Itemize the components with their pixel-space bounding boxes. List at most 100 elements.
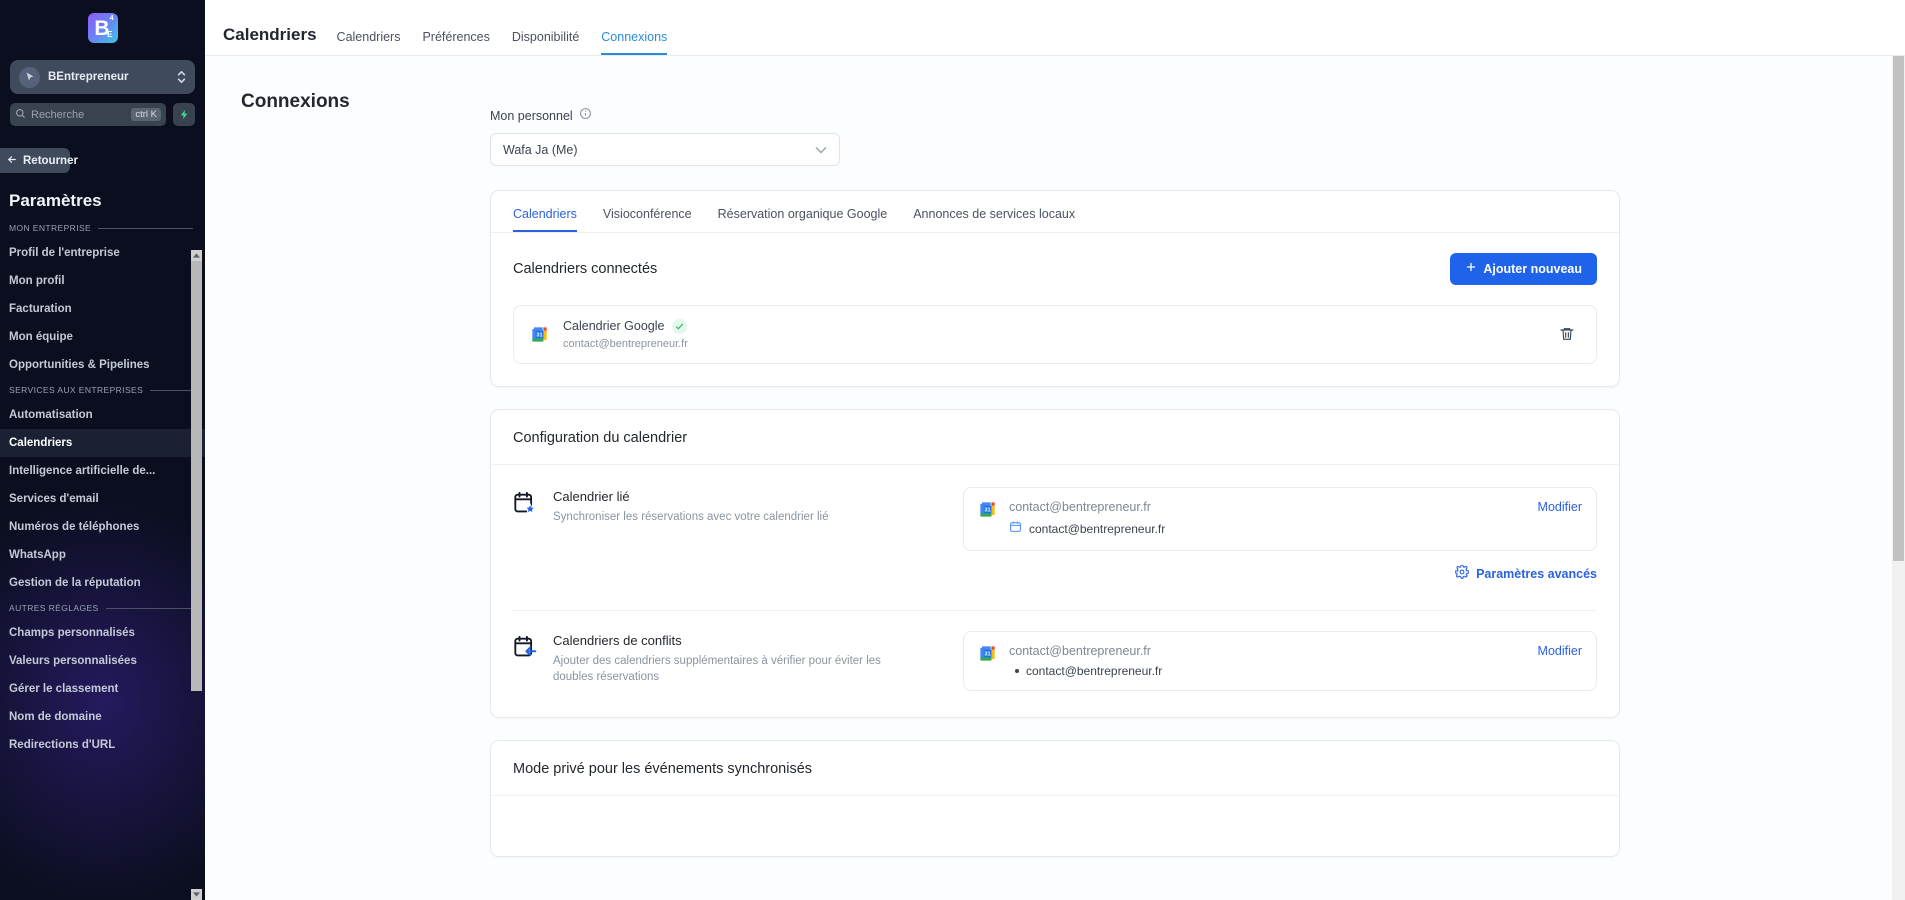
advanced-settings-link[interactable]: Paramètres avancés <box>963 564 1597 584</box>
config-row-right: 31 contact@bentrepreneur.fr contact@bent… <box>963 630 1597 691</box>
config-row-texts: Calendrier lié Synchroniser les réservat… <box>553 489 828 584</box>
main-scrollbar-thumb[interactable] <box>1893 56 1904 561</box>
sidebar-item-calendriers[interactable]: Calendriers <box>0 429 205 457</box>
brand-logo-sup: 4 <box>109 15 114 22</box>
nav-group-text: AUTRES RÉGLAGES <box>9 603 99 613</box>
sidebar-item-mon-profil[interactable]: Mon profil <box>0 267 205 295</box>
up-down-chevrons-icon <box>177 71 186 83</box>
sidebar-title: Paramètres <box>9 191 102 210</box>
privacy-card-title: Mode privé pour les événements synchroni… <box>491 741 1619 796</box>
sidebar-search-row: Recherche ctrl K <box>10 103 195 126</box>
config-row-calendriers-conflits: Calendriers de conflits Ajouter des cale… <box>491 611 1619 717</box>
arrow-left-icon <box>6 154 18 168</box>
svg-text:31: 31 <box>536 332 542 338</box>
conflict-account-text: contact@bentrepreneur.fr contact@bentrep… <box>1009 644 1538 678</box>
sidebar-scrollbar[interactable] <box>191 250 202 900</box>
tab-calendriers[interactable]: Calendriers <box>337 30 401 56</box>
edit-linked-calendar-link[interactable]: Modifier <box>1538 500 1582 514</box>
sidebar-item-redirections-url[interactable]: Redirections d'URL <box>0 731 205 759</box>
config-row-name: Calendriers de conflits <box>553 632 682 648</box>
plus-icon <box>1465 261 1477 276</box>
personnel-label-row: Mon personnel <box>490 107 1620 125</box>
brand-logo-sub: E <box>107 30 113 39</box>
google-calendar-icon: 31 <box>530 325 549 344</box>
svg-text:31: 31 <box>984 651 990 657</box>
tab-connexions[interactable]: Connexions <box>601 30 668 55</box>
linked-account-sub-row: contact@bentrepreneur.fr <box>1009 520 1538 538</box>
connections-card: Calendriers Visioconférence Réservation … <box>490 190 1620 387</box>
calendar-star-icon <box>513 491 539 517</box>
privacy-card: Mode privé pour les événements synchroni… <box>490 739 1620 857</box>
chevron-down-icon <box>815 141 827 159</box>
org-name: BEntrepreneur <box>48 71 129 83</box>
divider <box>98 227 193 229</box>
sidebar-item-numeros-telephones[interactable]: Numéros de téléphones <box>0 513 205 541</box>
info-circle-icon[interactable] <box>579 107 592 125</box>
card-tab-annonces-services-locaux[interactable]: Annonces de services locaux <box>913 191 1075 232</box>
sidebar-item-facturation[interactable]: Facturation <box>0 295 205 323</box>
nav-group-text: MON ENTREPRISE <box>9 223 92 233</box>
connection-email: contact@bentrepreneur.fr <box>563 337 688 350</box>
main-scrollbar[interactable] <box>1892 56 1905 900</box>
org-switcher[interactable]: BEntrepreneur <box>10 60 195 94</box>
search-placeholder: Recherche <box>31 108 85 121</box>
edit-conflict-calendar-link[interactable]: Modifier <box>1538 644 1582 658</box>
gear-icon <box>1454 564 1470 584</box>
brand-logo[interactable]: B E 4 <box>87 13 118 43</box>
google-calendar-icon: 31 <box>978 500 997 519</box>
linked-account-box: 31 contact@bentrepreneur.fr contact@bent… <box>963 486 1597 551</box>
conflict-account-email: contact@bentrepreneur.fr <box>1009 643 1151 658</box>
nav-group-text: SERVICES AUX ENTREPRISES <box>9 385 144 395</box>
config-row-right: 31 contact@bentrepreneur.fr contact@bent… <box>963 486 1597 584</box>
sidebar-item-champs-personnalises[interactable]: Champs personnalisés <box>0 619 205 647</box>
sidebar-item-mon-equipe[interactable]: Mon équipe <box>0 323 205 351</box>
card-tab-reservation-organique-google[interactable]: Réservation organique Google <box>718 191 888 232</box>
card-tab-calendriers[interactable]: Calendriers <box>513 191 577 232</box>
connection-name-row: Calendrier Google <box>563 318 1554 334</box>
nav-group-label-mon-entreprise: MON ENTREPRISE <box>0 221 205 235</box>
tab-disponibilite[interactable]: Disponibilité <box>512 30 579 56</box>
sidebar-item-nom-de-domaine[interactable]: Nom de domaine <box>0 703 205 731</box>
config-row-left: Calendrier lié Synchroniser les réservat… <box>513 487 963 584</box>
connections-card-tabs: Calendriers Visioconférence Réservation … <box>491 191 1619 233</box>
sidebar-item-automatisation[interactable]: Automatisation <box>0 401 205 429</box>
personnel-select[interactable]: Wafa Ja (Me) <box>490 133 840 166</box>
search-input[interactable]: Recherche ctrl K <box>10 103 166 126</box>
sidebar-item-whatsapp[interactable]: WhatsApp <box>0 541 205 569</box>
sidebar-item-opportunities-pipelines[interactable]: Opportunities & Pipelines <box>0 351 205 379</box>
conflict-account-sub-row: contact@bentrepreneur.fr <box>1009 664 1538 678</box>
scroll-down-arrow-icon[interactable] <box>191 889 202 900</box>
sidebar-item-gerer-classement[interactable]: Gérer le classement <box>0 675 205 703</box>
lightning-bolt-icon[interactable] <box>173 103 195 126</box>
sidebar-item-valeurs-personnalisees[interactable]: Valeurs personnalisées <box>0 647 205 675</box>
config-row-desc: Ajouter des calendriers supplémentaires … <box>553 654 881 684</box>
personnel-select-value: Wafa Ja (Me) <box>503 142 578 157</box>
sidebar-item-intelligence-artificielle[interactable]: Intelligence artificielle de... <box>0 457 205 485</box>
calendar-arrow-left-icon <box>513 635 539 661</box>
linked-account-sub-email: contact@bentrepreneur.fr <box>1029 521 1166 536</box>
linked-account-text: contact@bentrepreneur.fr contact@bentrep… <box>1009 500 1538 538</box>
sidebar-item-profil-entreprise[interactable]: Profil de l'entreprise <box>0 239 205 267</box>
sidebar-item-gestion-reputation[interactable]: Gestion de la réputation <box>0 569 205 597</box>
config-row-left: Calendriers de conflits Ajouter des cale… <box>513 631 963 691</box>
connection-row: 31 Calendrier Google contact@bentreprene… <box>513 304 1597 364</box>
trash-icon[interactable] <box>1554 321 1580 347</box>
sidebar-item-services-email[interactable]: Services d'email <box>0 485 205 513</box>
scroll-up-arrow-icon[interactable] <box>191 250 202 261</box>
content-scroll-area: Connexions Mon personnel Wafa Ja (Me) Ca… <box>205 56 1905 900</box>
nav-group-label-autres: AUTRES RÉGLAGES <box>0 601 205 615</box>
brand-logo-wrap: B E 4 <box>0 0 205 56</box>
add-new-button[interactable]: Ajouter nouveau <box>1450 252 1597 285</box>
card-tab-visioconference[interactable]: Visioconférence <box>603 191 692 232</box>
scrollbar-thumb[interactable] <box>191 261 202 691</box>
search-shortcut-badge: ctrl K <box>131 108 161 121</box>
connected-calendars-title: Calendriers connectés <box>513 260 658 277</box>
divider <box>150 389 193 391</box>
tab-preferences[interactable]: Préférences <box>422 30 489 56</box>
config-card-title: Configuration du calendrier <box>491 410 1619 465</box>
back-button[interactable]: Retourner <box>0 148 78 173</box>
personnel-label: Mon personnel <box>490 109 573 123</box>
search-icon <box>15 106 26 124</box>
config-row-calendrier-lie: Calendrier lié Synchroniser les réservat… <box>491 465 1619 594</box>
bullet-dot-icon <box>1015 668 1019 673</box>
